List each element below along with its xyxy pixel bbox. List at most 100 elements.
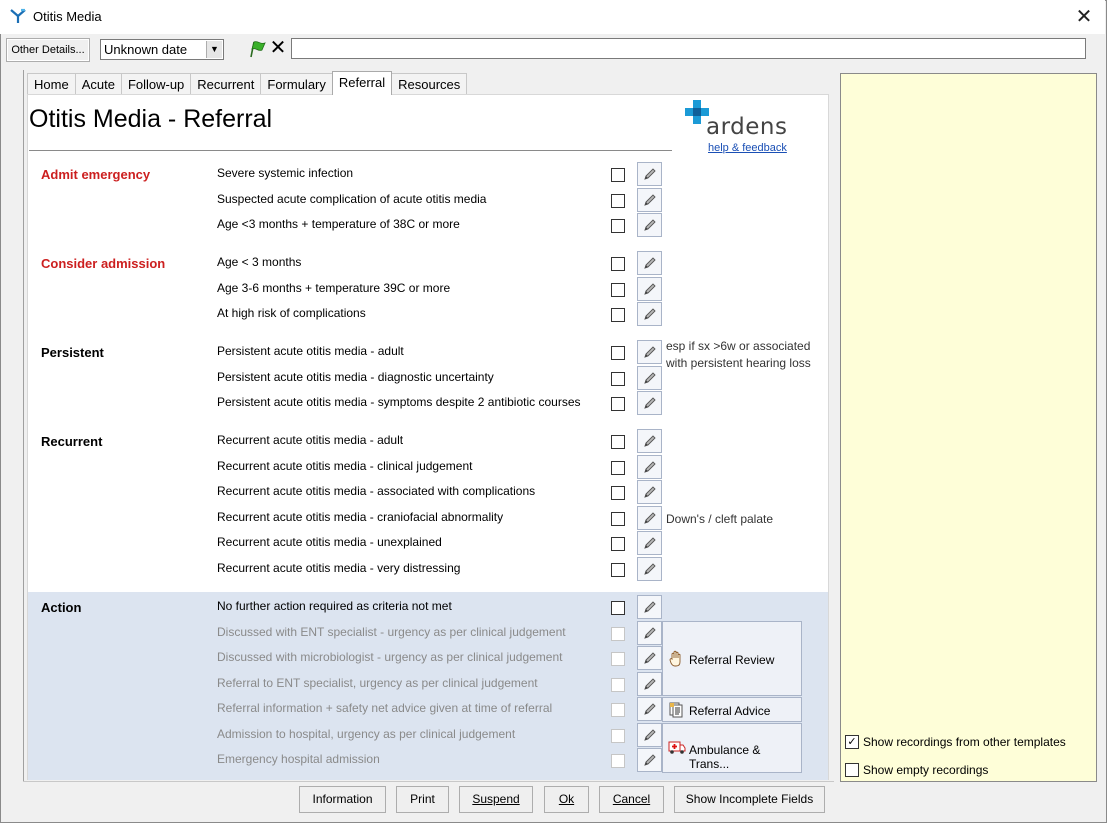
- row-checkbox[interactable]: [611, 168, 625, 182]
- row-checkbox[interactable]: [611, 435, 625, 449]
- pencil-edit-icon[interactable]: [637, 531, 662, 555]
- pencil-edit-icon[interactable]: [637, 672, 662, 696]
- pencil-edit-icon[interactable]: [637, 391, 662, 415]
- show-incomplete-fields-button[interactable]: Show Incomplete Fields: [674, 786, 825, 813]
- pencil-edit-icon[interactable]: [637, 302, 662, 326]
- ambulance-icon: [668, 741, 686, 754]
- referral-review-label: Referral Review: [689, 653, 775, 667]
- row-label: Referral information + safety net advice…: [217, 701, 553, 715]
- hand-icon: [669, 650, 681, 667]
- section-recurrent: Recurrent: [41, 434, 103, 449]
- tab-referral[interactable]: Referral: [331, 71, 393, 95]
- free-text-input[interactable]: [291, 38, 1086, 59]
- tab-home[interactable]: Home: [27, 73, 76, 95]
- row-checkbox[interactable]: [611, 397, 625, 411]
- row-checkbox[interactable]: [611, 754, 625, 768]
- tab-recurrent[interactable]: Recurrent: [190, 73, 262, 95]
- pencil-edit-icon[interactable]: [637, 480, 662, 504]
- ambulance-transport-button[interactable]: Ambulance & Trans...: [662, 723, 802, 773]
- app-logo-icon: [10, 8, 26, 23]
- pencil-edit-icon[interactable]: [637, 429, 662, 453]
- row-label: At high risk of complications: [217, 306, 366, 320]
- information-button[interactable]: Information: [299, 786, 386, 813]
- close-icon[interactable]: ✕: [1071, 4, 1097, 30]
- row-checkbox[interactable]: [611, 652, 625, 666]
- row-checkbox[interactable]: [611, 461, 625, 475]
- row-label: Recurrent acute otitis media - unexplain…: [217, 535, 442, 549]
- row-label: Discussed with ENT specialist - urgency …: [217, 625, 566, 639]
- chevron-down-icon[interactable]: ▼: [206, 41, 222, 58]
- cancel-button[interactable]: Cancel: [599, 786, 664, 813]
- section-admit-emergency: Admit emergency: [41, 167, 151, 182]
- row-checkbox[interactable]: [611, 257, 625, 271]
- row-label: Recurrent acute otitis media - adult: [217, 433, 404, 447]
- row-checkbox[interactable]: [611, 372, 625, 386]
- pencil-edit-icon[interactable]: [637, 646, 662, 670]
- pencil-edit-icon[interactable]: [637, 595, 662, 619]
- referral-advice-button[interactable]: Referral Advice: [662, 697, 802, 722]
- pencil-edit-icon[interactable]: [637, 455, 662, 479]
- tab-acute[interactable]: Acute: [74, 73, 122, 95]
- row-label: Recurrent acute otitis media - associate…: [217, 484, 536, 498]
- persistent-note-line: with persistent hearing loss: [666, 356, 811, 370]
- row-label: Suspected acute complication of acute ot…: [217, 192, 487, 206]
- window-title: Otitis Media: [33, 9, 102, 24]
- row-checkbox[interactable]: [611, 486, 625, 500]
- tab-formulary[interactable]: Formulary: [260, 73, 333, 95]
- pencil-edit-icon[interactable]: [637, 213, 662, 237]
- row-label: Age <3 months + temperature of 38C or mo…: [217, 217, 460, 231]
- tab-bar: Home Acute Follow-up Recurrent Formulary…: [27, 71, 468, 95]
- pencil-edit-icon[interactable]: [637, 748, 662, 772]
- pencil-edit-icon[interactable]: [637, 340, 662, 364]
- pencil-edit-icon[interactable]: [637, 621, 662, 645]
- row-label: Age < 3 months: [217, 255, 302, 269]
- row-label: Recurrent acute otitis media - craniofac…: [217, 510, 504, 524]
- row-label: Persistent acute otitis media - symptoms…: [217, 395, 581, 409]
- row-checkbox[interactable]: [611, 729, 625, 743]
- ok-button[interactable]: Ok: [544, 786, 589, 813]
- page-title: Otitis Media - Referral: [29, 105, 273, 133]
- row-checkbox[interactable]: [611, 627, 625, 641]
- row-checkbox[interactable]: [611, 283, 625, 297]
- row-label: Persistent acute otitis media - adult: [217, 344, 404, 358]
- pencil-edit-icon[interactable]: [637, 162, 662, 186]
- green-flag-icon[interactable]: [247, 39, 267, 59]
- row-checkbox[interactable]: [611, 601, 625, 615]
- row-checkbox[interactable]: [611, 308, 625, 322]
- row-label: Admission to hospital, urgency as per cl…: [217, 727, 516, 741]
- row-label: Recurrent acute otitis media - clinical …: [217, 459, 473, 473]
- persistent-note: esp if sx >6w or associated with persist…: [666, 338, 811, 372]
- row-checkbox[interactable]: [611, 678, 625, 692]
- persistent-note-line: esp if sx >6w or associated: [666, 339, 811, 353]
- pencil-edit-icon[interactable]: [637, 188, 662, 212]
- other-details-button[interactable]: Other Details...: [6, 38, 90, 62]
- row-checkbox[interactable]: [611, 563, 625, 577]
- pencil-edit-icon[interactable]: [637, 557, 662, 581]
- date-select[interactable]: Unknown date ▼: [100, 39, 224, 60]
- pencil-edit-icon[interactable]: [637, 697, 662, 721]
- pencil-edit-icon[interactable]: [637, 506, 662, 530]
- pencil-edit-icon[interactable]: [637, 366, 662, 390]
- print-button[interactable]: Print: [396, 786, 449, 813]
- recordings-panel: [840, 73, 1097, 782]
- pencil-edit-icon[interactable]: [637, 723, 662, 747]
- row-checkbox[interactable]: [611, 512, 625, 526]
- row-checkbox[interactable]: [611, 537, 625, 551]
- referral-review-button[interactable]: Referral Review: [662, 621, 802, 696]
- row-checkbox[interactable]: [611, 219, 625, 233]
- show-other-templates-label: Show recordings from other templates: [863, 735, 1066, 749]
- row-checkbox[interactable]: [611, 346, 625, 360]
- clear-x-icon[interactable]: ✕: [268, 37, 288, 59]
- row-checkbox[interactable]: [611, 703, 625, 717]
- help-feedback-link[interactable]: help & feedback: [708, 142, 787, 154]
- suspend-button[interactable]: Suspend: [459, 786, 533, 813]
- section-persistent: Persistent: [41, 345, 104, 360]
- tab-follow-up[interactable]: Follow-up: [120, 73, 192, 95]
- show-other-templates-checkbox[interactable]: ✓: [845, 735, 859, 749]
- row-label: Persistent acute otitis media - diagnost…: [217, 370, 494, 384]
- pencil-edit-icon[interactable]: [637, 251, 662, 275]
- pencil-edit-icon[interactable]: [637, 277, 662, 301]
- tab-resources[interactable]: Resources: [391, 73, 468, 95]
- row-checkbox[interactable]: [611, 194, 625, 208]
- show-empty-recordings-checkbox[interactable]: [845, 763, 859, 777]
